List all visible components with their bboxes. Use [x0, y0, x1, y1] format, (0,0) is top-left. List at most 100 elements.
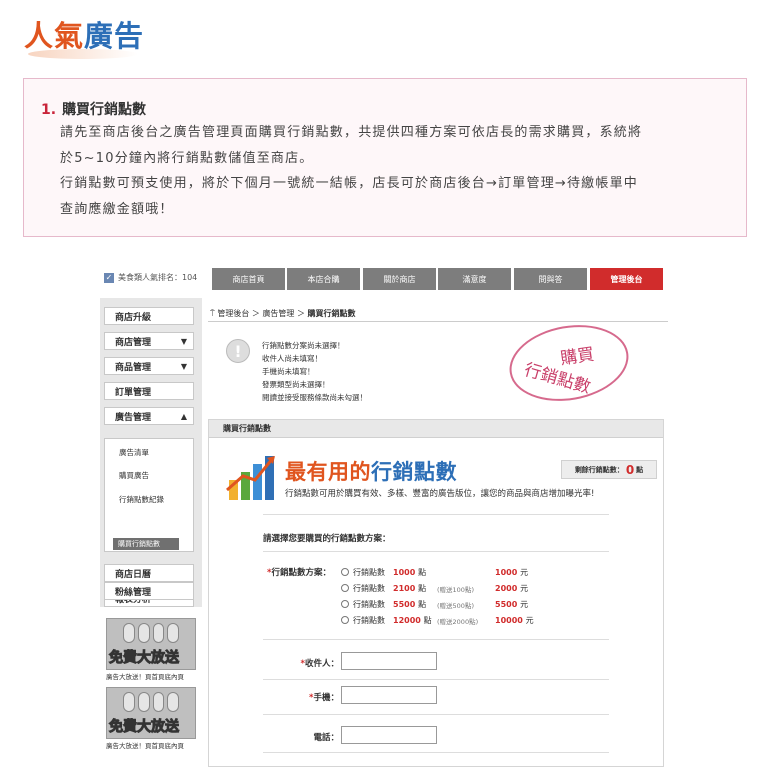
tab-group-buy[interactable]: 本店合購	[287, 268, 361, 290]
plan-currency: 元	[520, 568, 529, 577]
promo-text: 免費大放送	[109, 719, 180, 736]
plan-currency: 元	[525, 616, 534, 625]
recipient-label: *收件人：	[269, 657, 339, 669]
divider	[263, 551, 609, 552]
sidebar-item-order-mgmt[interactable]: 訂單管理	[104, 382, 194, 400]
plan-bonus: (贈送500點)	[437, 602, 474, 610]
plan-points-value: 5500	[393, 600, 416, 609]
phone-input[interactable]	[341, 726, 437, 744]
heading-part-left: 人氣	[24, 19, 85, 53]
plan-option[interactable]: 行銷點數 5500 點 (贈送500點) 5500 元	[341, 599, 641, 611]
info-title-text: 購買行銷點數	[62, 102, 147, 118]
plan-price: 10000 元	[495, 615, 534, 626]
big-title-part2: 行銷點數	[371, 460, 457, 484]
mobile-label-text: 手機：	[313, 693, 339, 703]
plan-points-unit: 點	[418, 568, 427, 577]
plan-points: 2100 點	[393, 583, 426, 594]
big-title: 最有用的行銷點數	[285, 456, 457, 486]
breadcrumb-separator: ＞	[296, 309, 305, 318]
sidebar-item-calendar[interactable]: 商店日曆	[104, 564, 194, 582]
plan-option[interactable]: 行銷點數 12000 點 (贈送2000點) 10000 元	[341, 615, 641, 627]
breadcrumb-ad-mgmt[interactable]: 廣告管理	[262, 309, 294, 318]
submenu-item-ad-list[interactable]: 廣告清單	[119, 447, 149, 458]
tab-admin[interactable]: 管理後台	[590, 268, 664, 290]
sidebar-item-fans[interactable]: 粉絲管理	[104, 582, 194, 600]
submenu-item-points-record[interactable]: 行銷點數紀錄	[119, 494, 164, 505]
tab-about[interactable]: 關於商店	[363, 268, 437, 290]
plan-option[interactable]: 行銷點數 1000 點 1000 元	[341, 567, 641, 579]
remaining-points-badge: 剩餘行銷點數： 0 點	[561, 460, 657, 479]
member-rank-text: 美食類人氣排名：104	[118, 273, 198, 282]
breadcrumb-admin[interactable]: 管理後台	[217, 309, 249, 318]
plan-price: 5500 元	[495, 599, 528, 610]
sidebar-item-product-mgmt[interactable]: 商品管理 ▼	[104, 357, 194, 375]
sidebar-item-label: 商店日曆	[115, 569, 152, 580]
radio-button[interactable]	[341, 600, 349, 608]
warning-line: 收件人尚未填寫！	[262, 354, 322, 363]
divider	[263, 752, 609, 753]
plan-points: 1000 點	[393, 567, 426, 578]
plan-price-value: 5500	[495, 600, 518, 609]
divider	[263, 639, 609, 640]
mobile-input[interactable]	[341, 686, 437, 704]
chevron-up-icon: ▲	[180, 411, 187, 421]
phone-label: 電話：	[269, 731, 339, 743]
chevron-down-icon: ▼	[180, 336, 187, 346]
promo-caption[interactable]: 廣告大放送！頁首頁底內頁	[106, 671, 184, 681]
plan-points-value: 2100	[393, 584, 416, 593]
submenu-item-buy-ad[interactable]: 購買廣告	[119, 470, 149, 481]
big-title-part1: 最有用的	[285, 460, 371, 484]
radio-button[interactable]	[341, 584, 349, 592]
recipient-input[interactable]	[341, 652, 437, 670]
plan-price-value: 1000	[495, 568, 518, 577]
plan-option[interactable]: 行銷點數 2100 點 (贈送100點) 2000 元	[341, 583, 641, 595]
plan-price: 1000 元	[495, 567, 528, 578]
sidebar-item-label: 粉絲管理	[115, 587, 152, 598]
warning-line: 閱讀並接受服務條款尚未勾選！	[262, 393, 367, 402]
check-icon: ✓	[104, 272, 114, 283]
mobile-label: *手機：	[269, 691, 339, 703]
sidebar-item-ad-mgmt[interactable]: 廣告管理 ▲	[104, 407, 194, 425]
radio-button[interactable]	[341, 616, 349, 624]
coins-icon	[123, 692, 179, 714]
plan-points: 12000 點	[393, 615, 432, 626]
sidebar-item-label: 商店升級	[115, 312, 152, 323]
member-rank: ✓ 美食類人氣排名：104	[104, 272, 197, 283]
info-line-4: 查詢應繳金額哦！	[60, 202, 174, 217]
info-line-1: 請先至商店後台之廣告管理頁面購買行銷點數，共提供四種方案可依店長的需求購買，系統…	[60, 125, 643, 140]
plan-points-value: 12000	[393, 616, 421, 625]
breadcrumb: ⍑ 管理後台 ＞ 廣告管理 ＞ 購買行銷點數	[210, 308, 356, 319]
buy-points-panel: 購買行銷點數 最有用的行銷點數 剩餘行銷點數： 0 點 行銷點數可用於購買有效、…	[208, 419, 664, 767]
sidebar-item-label: 廣告管理	[115, 412, 152, 423]
bar-chart-icon	[226, 456, 275, 500]
tab-qa[interactable]: 問與答	[514, 268, 588, 290]
promo-banner[interactable]: 免費大放送	[106, 618, 196, 670]
plan-name: 行銷點數	[353, 616, 385, 625]
submenu-item-buy-points[interactable]: 購買行銷點數	[113, 538, 179, 550]
breadcrumb-separator: ＞	[251, 309, 260, 318]
info-title: 1. 購買行銷點數	[41, 99, 146, 119]
info-line-2: 於5~10分鐘內將行銷點數儲值至商店。	[60, 151, 314, 166]
tab-satisfaction[interactable]: 滿意度	[438, 268, 512, 290]
plan-name: 行銷點數	[353, 568, 385, 577]
plan-name: 行銷點數	[353, 584, 385, 593]
promo-text: 免費大放送	[109, 650, 180, 667]
tab-store-home[interactable]: 商店首頁	[212, 268, 286, 290]
remaining-value: 0	[625, 462, 635, 477]
promo-caption[interactable]: 廣告大放送！頁首頁底內頁	[106, 740, 184, 750]
sidebar: 商店升級 商店管理 ▼ 商品管理 ▼ 訂單管理 廣告管理 ▲ 廣告清單 購買廣告…	[100, 298, 202, 607]
promo-banner[interactable]: 免費大放送	[106, 687, 196, 739]
sidebar-item-upgrade[interactable]: 商店升級	[104, 307, 194, 325]
sidebar-item-label: 訂單管理	[115, 387, 152, 398]
remaining-label: 剩餘行銷點數：	[574, 465, 624, 474]
divider	[208, 321, 668, 322]
plan-points-unit: 點	[418, 584, 427, 593]
plan-bonus: (贈送2000點)	[437, 618, 479, 626]
plan-label: *行銷點數方案：	[267, 566, 331, 578]
plan-currency: 元	[520, 584, 529, 593]
sidebar-item-store-mgmt[interactable]: 商店管理 ▼	[104, 332, 194, 350]
breadcrumb-current: 購買行銷點數	[307, 309, 356, 318]
radio-button[interactable]	[341, 568, 349, 576]
plan-name: 行銷點數	[353, 600, 385, 609]
warning-line: 手機尚未填寫！	[262, 367, 315, 376]
